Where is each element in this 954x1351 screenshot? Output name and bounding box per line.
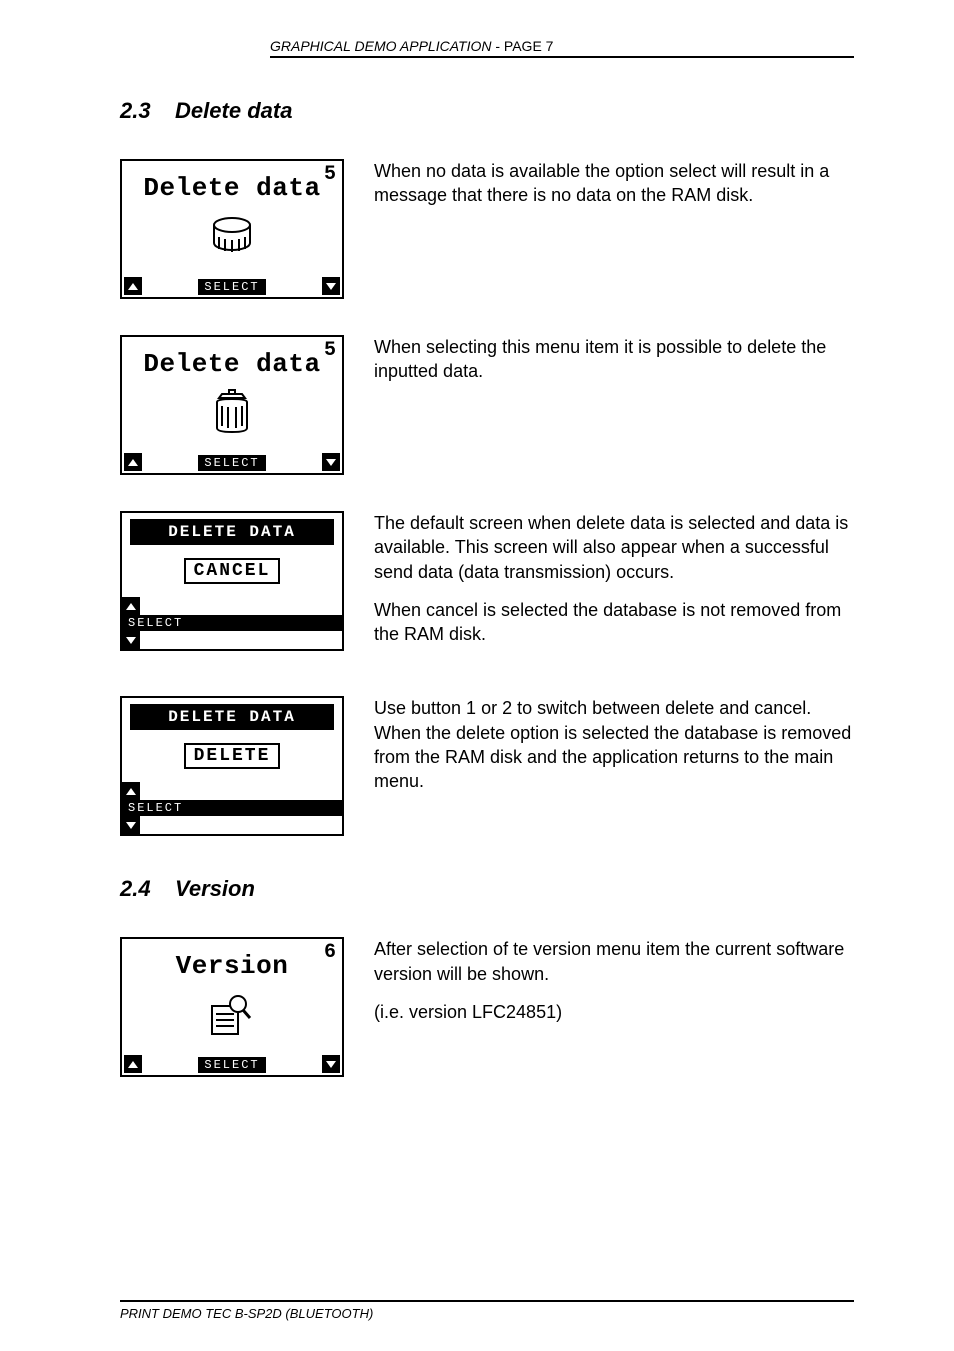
paragraph: When cancel is selected the database is … (374, 598, 854, 647)
lcd-title-bar: DELETE DATA (130, 704, 334, 730)
lcd-screen-delete-option: DELETE DATA DELETE SELECT (120, 696, 344, 836)
paragraph: Use button 1 or 2 to switch between dele… (374, 696, 854, 793)
page-footer: PRINT DEMO TEC B-SP2D (BLUETOOTH) (120, 1300, 854, 1321)
item-row: 6 Version SELECT After selection of te v (120, 937, 854, 1077)
lcd-title: Delete data (122, 173, 342, 203)
footer-text: PRINT DEMO TEC B-SP2D (B (120, 1306, 298, 1321)
select-button[interactable]: SELECT (122, 615, 342, 631)
lcd-menu-number: 5 (324, 339, 336, 362)
header-app-name: GRAPHICAL DEMO APPLICATION (270, 38, 491, 54)
lcd-screen-version: 6 Version SELECT (120, 937, 344, 1077)
paragraph: When no data is available the option sel… (374, 159, 854, 208)
paragraph: The default screen when delete data is s… (374, 511, 854, 584)
section-num: 2.3 (120, 98, 151, 123)
section-title-text: Version (175, 876, 255, 901)
delete-option[interactable]: DELETE (184, 743, 281, 769)
trash-icon (122, 379, 342, 449)
header-separator: - (491, 38, 503, 54)
lcd-screen-delete-nodata: 5 Delete data SELECT (120, 159, 344, 299)
select-button[interactable]: SELECT (198, 455, 265, 471)
lcd-bottom-bar: SELECT (122, 449, 342, 473)
description-text: After selection of te version menu item … (374, 937, 854, 1038)
up-arrow-icon[interactable] (122, 597, 140, 615)
section-heading-version: 2.4 Version (120, 876, 854, 902)
up-arrow-icon[interactable] (124, 453, 142, 471)
item-row: DELETE DATA DELETE SELECT Use button 1 o… (120, 696, 854, 836)
down-arrow-icon[interactable] (322, 453, 340, 471)
select-button[interactable]: SELECT (122, 800, 342, 816)
lcd-bottom-bar: SELECT (122, 1051, 342, 1075)
section-title-text: Delete data (175, 98, 292, 123)
lcd-title: Version (122, 951, 342, 981)
lcd-menu-number: 5 (324, 163, 336, 186)
down-arrow-icon[interactable] (322, 277, 340, 295)
down-arrow-icon[interactable] (122, 816, 140, 834)
section-num: 2.4 (120, 876, 151, 901)
up-arrow-icon[interactable] (122, 782, 140, 800)
lcd-bottom-bar: SELECT (122, 597, 342, 649)
down-arrow-icon[interactable] (322, 1055, 340, 1073)
document-search-icon (122, 981, 342, 1051)
lcd-bottom-bar: SELECT (122, 782, 342, 834)
select-button[interactable]: SELECT (198, 1057, 265, 1073)
item-row: DELETE DATA CANCEL SELECT The default sc… (120, 511, 854, 660)
item-row: 5 Delete data SELECT When no (120, 159, 854, 299)
description-text: Use button 1 or 2 to switch between dele… (374, 696, 854, 807)
lcd-mid-area: DELETE (122, 730, 342, 782)
up-arrow-icon[interactable] (124, 277, 142, 295)
paragraph: When selecting this menu item it is poss… (374, 335, 854, 384)
page-header: GRAPHICAL DEMO APPLICATION - PAGE 7 (270, 38, 854, 58)
lcd-mid-area: CANCEL (122, 545, 342, 597)
footer-text-smallcaps: LUETOOTH (298, 1306, 369, 1321)
select-button[interactable]: SELECT (198, 279, 265, 295)
paragraph: After selection of te version menu item … (374, 937, 854, 986)
paragraph: (i.e. version LFC24851) (374, 1000, 854, 1024)
section-heading-delete: 2.3 Delete data (120, 98, 854, 124)
header-page-num: PAGE 7 (504, 38, 554, 54)
lcd-menu-number: 6 (324, 941, 336, 964)
lcd-screen-cancel: DELETE DATA CANCEL SELECT (120, 511, 344, 651)
description-text: When no data is available the option sel… (374, 159, 854, 222)
lcd-title: Delete data (122, 349, 342, 379)
footer-text-tail: ) (369, 1306, 373, 1321)
cancel-option[interactable]: CANCEL (184, 558, 281, 584)
lcd-title-bar: DELETE DATA (130, 519, 334, 545)
hdd-icon (122, 203, 342, 273)
lcd-bottom-bar: SELECT (122, 273, 342, 297)
lcd-screen-delete-trash: 5 Delete data SELECT (120, 335, 344, 475)
description-text: The default screen when delete data is s… (374, 511, 854, 660)
description-text: When selecting this menu item it is poss… (374, 335, 854, 398)
down-arrow-icon[interactable] (122, 631, 140, 649)
item-row: 5 Delete data SELECT When sel (120, 335, 854, 475)
up-arrow-icon[interactable] (124, 1055, 142, 1073)
